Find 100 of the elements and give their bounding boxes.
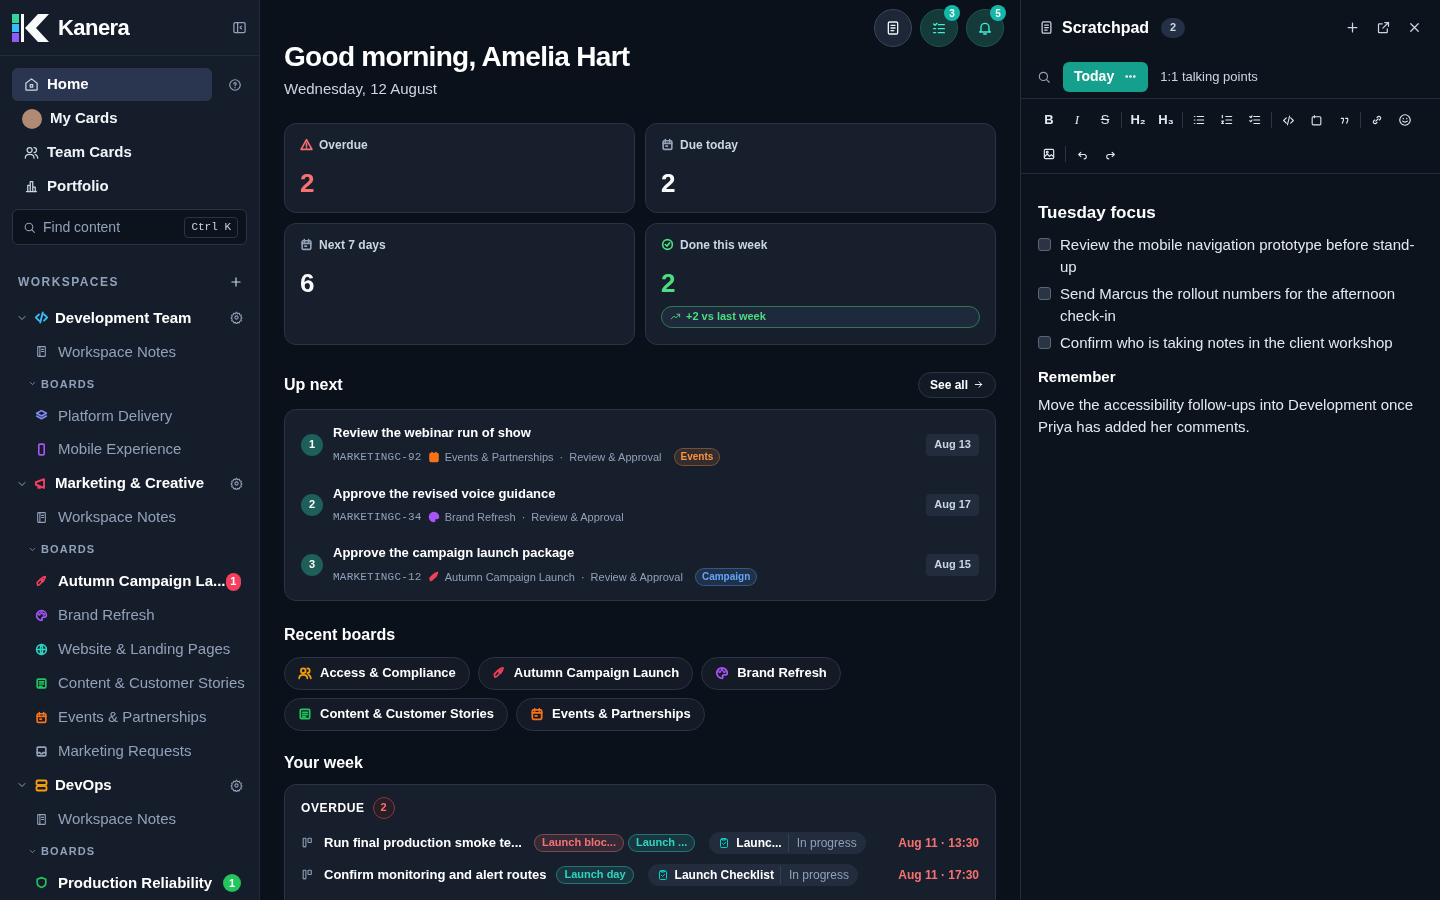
section-heading: Up next — [284, 374, 343, 395]
see-all-button[interactable]: See all — [917, 371, 996, 398]
checkbox[interactable] — [1038, 237, 1051, 251]
search-icon — [1037, 69, 1051, 84]
board-chip[interactable]: Content & Customer Stories — [284, 697, 509, 731]
separator-dot: · — [521, 509, 526, 525]
trend-up-icon — [670, 311, 681, 322]
rank-badge: 2 — [301, 493, 323, 516]
task-row[interactable]: Confirm monitoring and alert routes Launch day Launch Checklist In progress Aug 11 · 17:30 — [301, 862, 979, 887]
task-row[interactable]: Run final production smoke te... Launch bloc... Launch ... Launc... In progress Aug 11 · 13:30 — [301, 830, 979, 855]
card-title: Approve the campaign launch package — [333, 544, 576, 563]
board-item[interactable]: Brand Refresh — [0, 604, 155, 627]
help-button[interactable] — [228, 77, 242, 92]
checklist-text: Review the mobile navigation prototype before stand-up — [1060, 234, 1416, 277]
nav-item[interactable]: Team Cards — [12, 136, 212, 169]
settings-icon — [230, 477, 243, 491]
plus-icon — [1345, 20, 1360, 35]
card-title: Review the webinar run of show — [333, 424, 532, 443]
search-button[interactable] — [1037, 69, 1051, 84]
pop-out-button[interactable] — [1376, 20, 1391, 35]
notebook-icon — [35, 511, 48, 525]
nav-item[interactable]: Home — [12, 68, 212, 101]
note-heading: Remember — [1038, 366, 1117, 387]
card-key: MARKETINGC-12 — [333, 568, 422, 585]
code-icon — [1281, 113, 1295, 127]
board-item[interactable]: Production Reliability — [0, 871, 213, 895]
tag-badge: Launch bloc... — [534, 833, 624, 852]
workspace-item[interactable]: DevOps — [16, 773, 112, 797]
settings-button[interactable] — [230, 477, 243, 491]
add-workspace-button[interactable] — [229, 275, 243, 289]
kanban-icon — [301, 868, 314, 881]
checkbox[interactable] — [1038, 286, 1051, 300]
board-chip[interactable]: Brand Refresh — [701, 656, 841, 690]
note-paragraph: Move the accessibility follow-ups into Development once Priya has added her comments. — [1038, 395, 1415, 437]
notes-button[interactable] — [874, 9, 912, 47]
arrow-right-icon — [973, 379, 984, 390]
notebook-icon — [35, 345, 48, 359]
collapse-sidebar-button[interactable] — [232, 20, 247, 35]
up-next-item[interactable]: 2 Approve the revised voice guidance MARKETINGC-34 Brand Refresh · Review & Approval Aug 17 — [301, 482, 979, 527]
separator-dot: · — [559, 449, 564, 465]
checklist-icon — [931, 20, 947, 36]
settings-button[interactable] — [230, 311, 243, 325]
workspace-item[interactable]: Marketing & Creative — [16, 472, 205, 495]
date-text: Wednesday, 12 August — [284, 79, 438, 99]
workspace-item[interactable]: Development Team — [16, 306, 192, 330]
brand-name: Kanera — [58, 14, 130, 42]
nav-item[interactable]: Portfolio — [12, 170, 212, 203]
code-block-icon — [1309, 113, 1323, 127]
up-next-item[interactable]: 3 Approve the campaign launch package MARKETINGC-12 Autumn Campaign Launch · Review & Approval Campaign Aug 15 — [301, 542, 979, 587]
settings-button[interactable] — [230, 778, 243, 792]
board-item[interactable]: Marketing Requests — [0, 739, 192, 763]
stage-name: Review & Approval — [531, 509, 624, 525]
board-name: Events & Partnerships — [444, 449, 554, 465]
heading-2-button[interactable]: H₂ — [1124, 109, 1152, 131]
rank-badge: 1 — [301, 433, 323, 456]
greeting-heading: Good morning, Amelia Hart — [284, 40, 631, 74]
nav-item[interactable]: My Cards — [12, 102, 212, 135]
emoji-icon — [1398, 113, 1412, 127]
italic-button[interactable]: I — [1063, 109, 1091, 131]
board-item[interactable]: Website & Landing Pages — [0, 638, 231, 661]
group-label: BOARDS — [41, 542, 96, 558]
task-title: Run final production smoke te... — [324, 833, 523, 852]
board-chip[interactable]: Events & Partnerships — [516, 697, 705, 731]
panel-title: Scratchpad — [1062, 17, 1150, 38]
board-item[interactable]: Mobile Experience — [0, 438, 182, 461]
close-button[interactable] — [1407, 20, 1422, 35]
notes-item[interactable]: Workspace Notes — [0, 500, 259, 535]
warning-icon — [300, 138, 313, 151]
group-label: OVERDUE — [301, 799, 365, 817]
notes-item[interactable]: Workspace Notes — [0, 802, 259, 837]
note-tab[interactable]: 1:1 talking points — [1156, 61, 1262, 92]
help-icon — [228, 77, 242, 92]
tag-badge: Launch day — [556, 865, 634, 884]
calendar-icon — [300, 238, 313, 251]
heading-3-button[interactable]: H₃ — [1152, 109, 1180, 131]
board-item[interactable]: Platform Delivery — [0, 404, 173, 428]
checkbox[interactable] — [1038, 335, 1051, 349]
board-item[interactable]: Content & Customer Stories — [0, 672, 245, 695]
notes-item[interactable]: Workspace Notes — [0, 334, 259, 369]
add-button[interactable] — [1345, 20, 1360, 35]
board-chip[interactable]: Autumn Campaign Launch — [477, 656, 694, 690]
board-status-pill: Launc... In progress — [709, 831, 866, 854]
strikethrough-button[interactable]: S — [1091, 109, 1119, 131]
home-icon — [24, 77, 39, 92]
stat-value: 2 — [661, 167, 677, 198]
count-badge: 3 — [944, 5, 960, 21]
up-next-item[interactable]: 1 Review the webinar run of show MARKETINGC-92 Events & Partnerships · Review & Approval Events Aug 13 — [301, 422, 979, 467]
separator-dot: · — [580, 569, 585, 585]
task-list-icon — [1248, 113, 1262, 127]
board-chip[interactable]: Access & Compliance — [284, 656, 470, 690]
avatar — [22, 108, 42, 129]
bold-button[interactable]: B — [1035, 109, 1063, 131]
date-badge: Aug 13 — [926, 433, 979, 456]
note-heading: Tuesday focus — [1038, 202, 1157, 224]
tag-badge: Events — [673, 447, 721, 466]
board-item[interactable]: Autumn Campaign La... — [0, 570, 226, 593]
stat-label: Due today — [680, 136, 738, 154]
calendar-icon — [661, 138, 674, 151]
board-item[interactable]: Events & Partnerships — [0, 706, 207, 729]
count-badge: 2 — [372, 796, 395, 819]
